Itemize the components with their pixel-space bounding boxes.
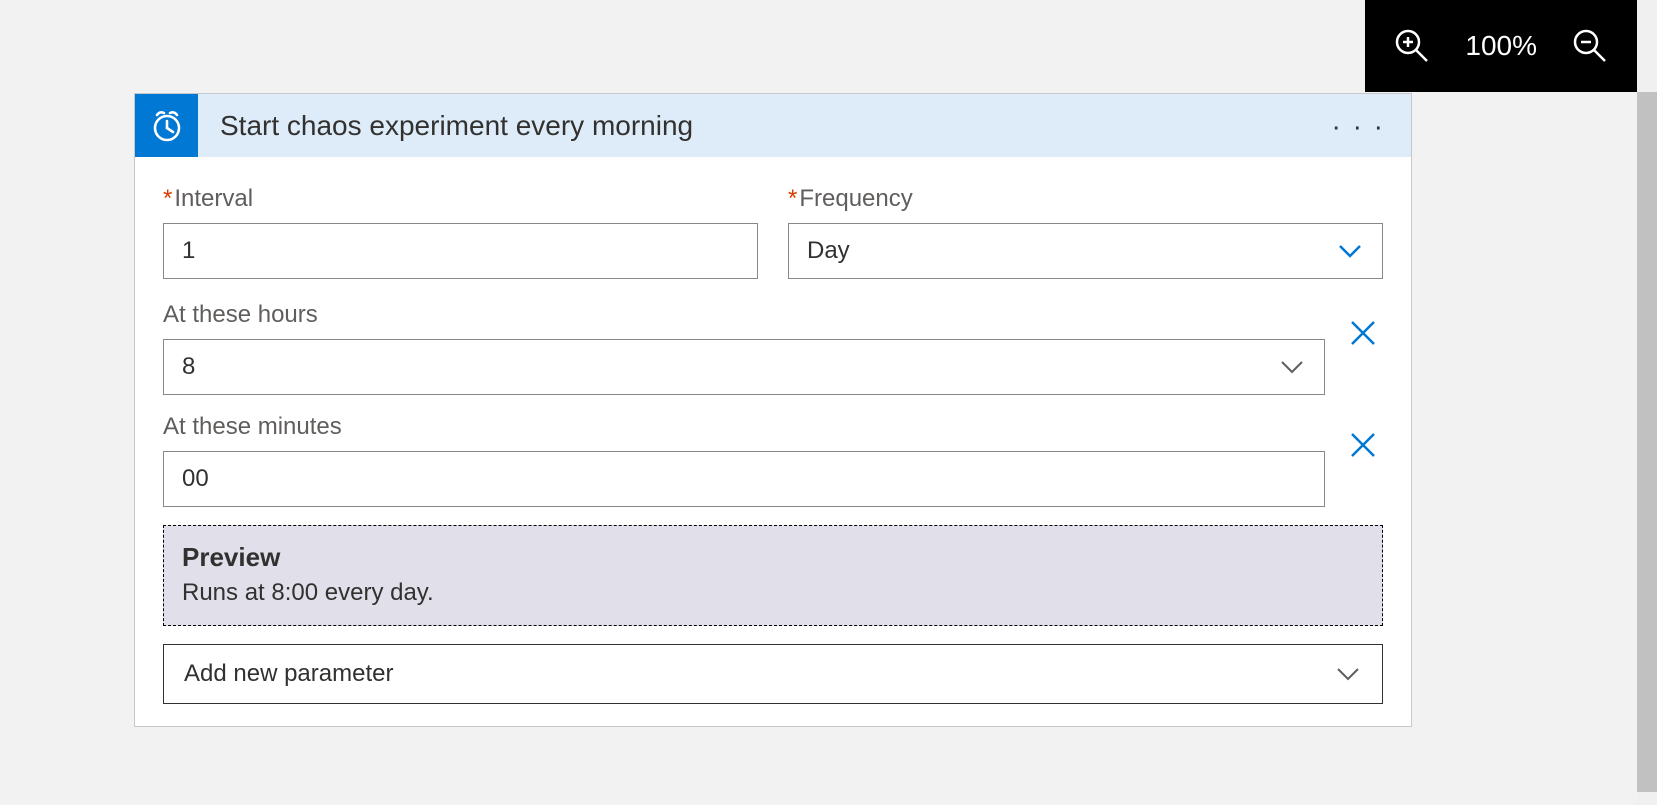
zoom-toolbar: 100% [1365,0,1637,92]
frequency-label-text: Frequency [799,185,912,212]
interval-label: *Interval [163,185,758,213]
frequency-select[interactable]: Day [788,223,1383,279]
zoom-level-label: 100% [1465,30,1537,62]
clock-icon [149,108,185,144]
minutes-label: At these minutes [163,413,1325,441]
required-mark: * [788,185,797,212]
close-icon [1348,430,1378,460]
recurrence-card: Start chaos experiment every morning · ·… [134,93,1412,727]
interval-input[interactable]: 1 [163,223,758,279]
interval-label-text: Interval [174,185,253,212]
hours-label: At these hours [163,301,1325,329]
close-icon [1348,318,1378,348]
zoom-in-button[interactable] [1393,27,1431,65]
minutes-value: 00 [182,465,209,493]
card-more-button[interactable]: · · · [1331,120,1385,131]
zoom-out-button[interactable] [1571,27,1609,65]
minutes-col: At these minutes 00 [163,413,1325,507]
hours-col: At these hours 8 [163,301,1325,395]
chevron-down-icon [1336,237,1364,265]
add-parameter-label: Add new parameter [184,660,393,688]
minutes-row: At these minutes 00 [163,413,1383,507]
zoom-out-icon [1572,28,1608,64]
card-title: Start chaos experiment every morning [220,110,693,142]
chevron-down-icon [1278,353,1306,381]
frequency-value: Day [807,237,850,265]
preview-text: Runs at 8:00 every day. [182,579,1364,607]
frequency-label: *Frequency [788,185,1383,213]
remove-minutes-button[interactable] [1343,417,1383,473]
preview-title: Preview [182,542,1364,573]
frequency-col: *Frequency Day [788,185,1383,279]
interval-col: *Interval 1 [163,185,758,279]
chevron-down-icon [1334,660,1362,688]
scrollbar-thumb[interactable] [1637,92,1657,792]
hours-row: At these hours 8 [163,301,1383,395]
add-parameter-select[interactable]: Add new parameter [163,644,1383,704]
preview-box: Preview Runs at 8:00 every day. [163,525,1383,626]
zoom-in-icon [1394,28,1430,64]
hours-select[interactable]: 8 [163,339,1325,395]
remove-hours-button[interactable] [1343,305,1383,361]
interval-value: 1 [182,237,195,265]
card-body: *Interval 1 *Frequency Day [135,157,1411,726]
minutes-input[interactable]: 00 [163,451,1325,507]
interval-frequency-row: *Interval 1 *Frequency Day [163,185,1383,279]
card-icon-box [135,94,198,157]
card-header[interactable]: Start chaos experiment every morning · ·… [135,94,1411,157]
more-icon: · · · [1331,110,1385,141]
required-mark: * [163,185,172,212]
hours-value: 8 [182,353,195,381]
